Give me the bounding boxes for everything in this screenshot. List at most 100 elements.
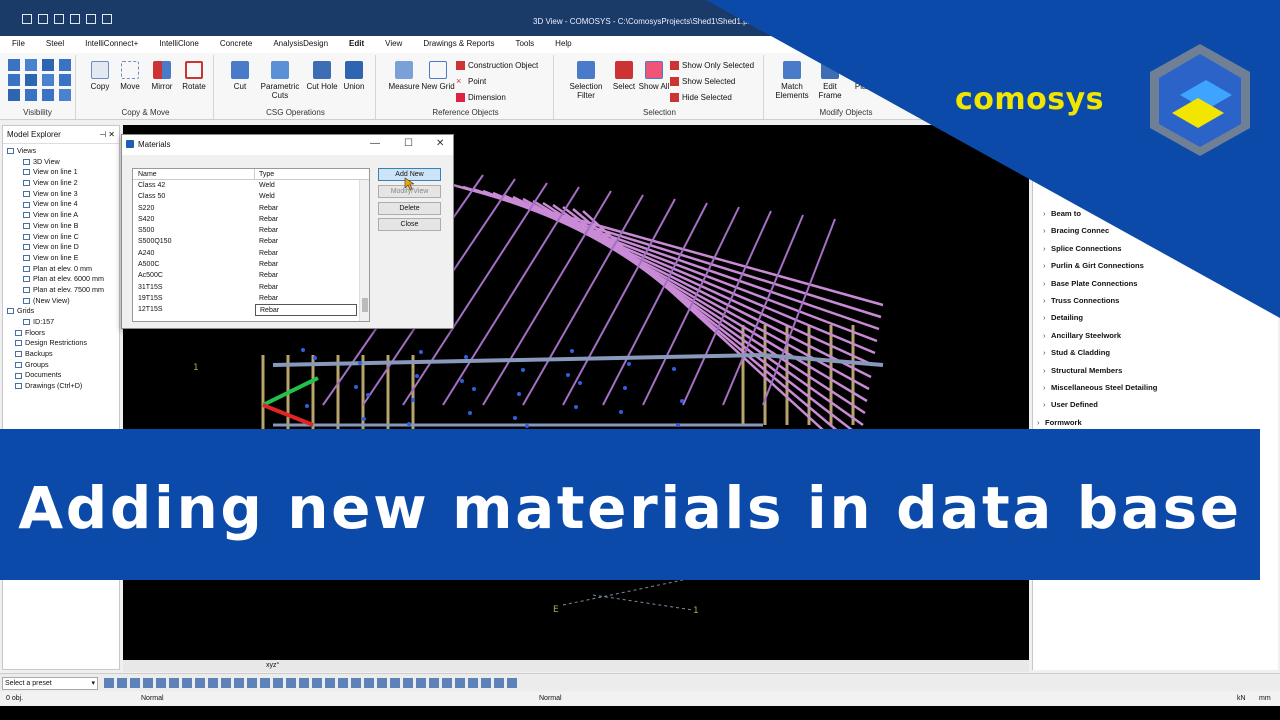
edit-frame-button[interactable]: Edit Frame xyxy=(812,61,848,100)
snap-tool-icon[interactable] xyxy=(403,678,413,688)
tree-item[interactable]: 3D View xyxy=(7,157,119,168)
delete-button[interactable]: Delete xyxy=(378,202,441,215)
snap-tool-icon[interactable] xyxy=(338,678,348,688)
snap-tool-icon[interactable] xyxy=(455,678,465,688)
mirror-button[interactable]: Mirror xyxy=(144,61,180,91)
visibility-icon[interactable] xyxy=(25,89,37,101)
tree-item[interactable]: Plan at elev. 7500 mm xyxy=(7,285,119,296)
move-button[interactable]: Move xyxy=(112,61,148,91)
snap-tool-icon[interactable] xyxy=(364,678,374,688)
redo-icon[interactable] xyxy=(86,14,96,24)
visibility-icon[interactable] xyxy=(8,89,20,101)
preset-select[interactable]: Select a preset ▾ xyxy=(2,677,98,690)
menu-item-help[interactable]: Help xyxy=(543,36,580,53)
table-row[interactable]: S500Q150 Rebar xyxy=(133,236,369,247)
tree-item[interactable]: View on line 1 xyxy=(7,167,119,178)
construction-object-button[interactable]: Construction Object xyxy=(456,61,538,70)
snap-tool-icon[interactable] xyxy=(117,678,127,688)
units-length[interactable]: mm xyxy=(1259,695,1271,702)
visibility-icon[interactable] xyxy=(25,74,37,86)
snap-tool-icon[interactable] xyxy=(416,678,426,688)
snap-tool-icon[interactable] xyxy=(156,678,166,688)
snap-tool-icon[interactable] xyxy=(494,678,504,688)
snap-tool-icon[interactable] xyxy=(182,678,192,688)
menu-item-file[interactable]: File xyxy=(0,36,34,53)
tree-item[interactable]: Plan at elev. 6000 mm xyxy=(7,274,119,285)
new-grid-button[interactable]: New Grid xyxy=(420,61,456,91)
tree-item[interactable]: ID:157 xyxy=(7,317,119,328)
snap-tool-icon[interactable] xyxy=(234,678,244,688)
menu-item-intelliconnect-[interactable]: IntelliConnect+ xyxy=(73,36,147,53)
hide-selected-button[interactable]: Hide Selected xyxy=(670,93,732,102)
parametric-cuts-button[interactable]: Parametric Cuts xyxy=(260,61,300,100)
show-selected-button[interactable]: Show Selected xyxy=(670,77,735,86)
menu-item-steel[interactable]: Steel xyxy=(34,36,73,53)
visibility-icon[interactable] xyxy=(8,59,20,71)
tree-item[interactable]: View on line A xyxy=(7,210,119,221)
folder-icon[interactable] xyxy=(54,14,64,24)
tree-item[interactable]: Design Restrictions xyxy=(7,338,119,349)
tree-item[interactable]: (New View) xyxy=(7,296,119,307)
minimize-icon[interactable]: — xyxy=(370,138,380,149)
units-force[interactable]: kN xyxy=(1237,695,1246,702)
connection-category[interactable]: › Stud & Cladding xyxy=(1043,344,1157,361)
table-row[interactable]: 31T15S Rebar xyxy=(133,282,369,293)
visibility-icon[interactable] xyxy=(59,89,71,101)
rotate-button[interactable]: Rotate xyxy=(176,61,212,91)
connection-category[interactable]: › User Defined xyxy=(1043,396,1157,413)
maximize-icon[interactable]: ☐ xyxy=(404,138,413,149)
tree-item[interactable]: Backups xyxy=(7,349,119,360)
menu-item-concrete[interactable]: Concrete xyxy=(208,36,261,53)
show-only-selected-button[interactable]: Show Only Selected xyxy=(670,61,754,70)
connection-category[interactable]: › Ancillary Steelwork xyxy=(1043,327,1157,344)
snap-tool-icon[interactable] xyxy=(195,678,205,688)
snap-tool-icon[interactable] xyxy=(299,678,309,688)
layout-icon[interactable] xyxy=(102,14,112,24)
tree-item[interactable]: Drawings (Ctrl+D) xyxy=(7,381,119,392)
table-row[interactable]: Class 42 Weld xyxy=(133,180,369,191)
connection-category[interactable]: › Beam to xyxy=(1043,205,1157,222)
close-icon[interactable]: ✕ xyxy=(436,138,444,149)
pin-icon[interactable]: ⊣ ✕ xyxy=(99,130,115,139)
snap-tool-icon[interactable] xyxy=(130,678,140,688)
snap-tool-icon[interactable] xyxy=(351,678,361,688)
visibility-icon[interactable] xyxy=(42,59,54,71)
snap-tool-icon[interactable] xyxy=(247,678,257,688)
tree-item[interactable]: Documents xyxy=(7,370,119,381)
table-row[interactable]: A500C Rebar xyxy=(133,259,369,270)
visibility-icon[interactable] xyxy=(42,89,54,101)
snap-tool-icon[interactable] xyxy=(390,678,400,688)
open-icon[interactable] xyxy=(38,14,48,24)
snap-tool-icon[interactable] xyxy=(468,678,478,688)
table-row[interactable]: S220 Rebar xyxy=(133,203,369,214)
undo-icon[interactable] xyxy=(70,14,80,24)
snap-tool-icon[interactable] xyxy=(507,678,517,688)
cut-button[interactable]: Cut xyxy=(222,61,258,91)
snap-tool-icon[interactable] xyxy=(221,678,231,688)
point-button[interactable]: × Point xyxy=(456,77,486,87)
table-row[interactable]: A240 Rebar xyxy=(133,248,369,259)
visibility-icon[interactable] xyxy=(59,74,71,86)
tree-item[interactable]: View on line B xyxy=(7,221,119,232)
tree-item[interactable]: Plan at elev. 0 mm xyxy=(7,264,119,275)
dimension-button[interactable]: Dimension xyxy=(456,93,506,102)
table-row[interactable]: Class 50 Weld xyxy=(133,191,369,202)
snap-tool-icon[interactable] xyxy=(312,678,322,688)
table-row[interactable]: S500 Rebar xyxy=(133,225,369,236)
connection-category[interactable]: › Miscellaneous Steel Detailing xyxy=(1043,379,1157,396)
connection-category[interactable]: › Detailing xyxy=(1043,309,1157,326)
snap-tool-icon[interactable] xyxy=(260,678,270,688)
snap-tool-icon[interactable] xyxy=(286,678,296,688)
connection-category[interactable]: › Splice Connections xyxy=(1043,240,1157,257)
column-type[interactable]: Type xyxy=(255,169,274,179)
snap-tool-icon[interactable] xyxy=(442,678,452,688)
snap-tool-icon[interactable] xyxy=(169,678,179,688)
scroll-thumb[interactable] xyxy=(362,298,368,312)
tree-item[interactable]: Grids xyxy=(7,306,119,317)
connection-category[interactable]: › Purlin & Girt Connections xyxy=(1043,257,1157,274)
menu-item-tools[interactable]: Tools xyxy=(503,36,543,53)
menu-item-drawings-reports[interactable]: Drawings & Reports xyxy=(411,36,503,53)
table-row[interactable]: Ac500C Rebar xyxy=(133,270,369,281)
plate-button[interactable]: Plate xyxy=(846,61,882,91)
visibility-icon[interactable] xyxy=(25,59,37,71)
